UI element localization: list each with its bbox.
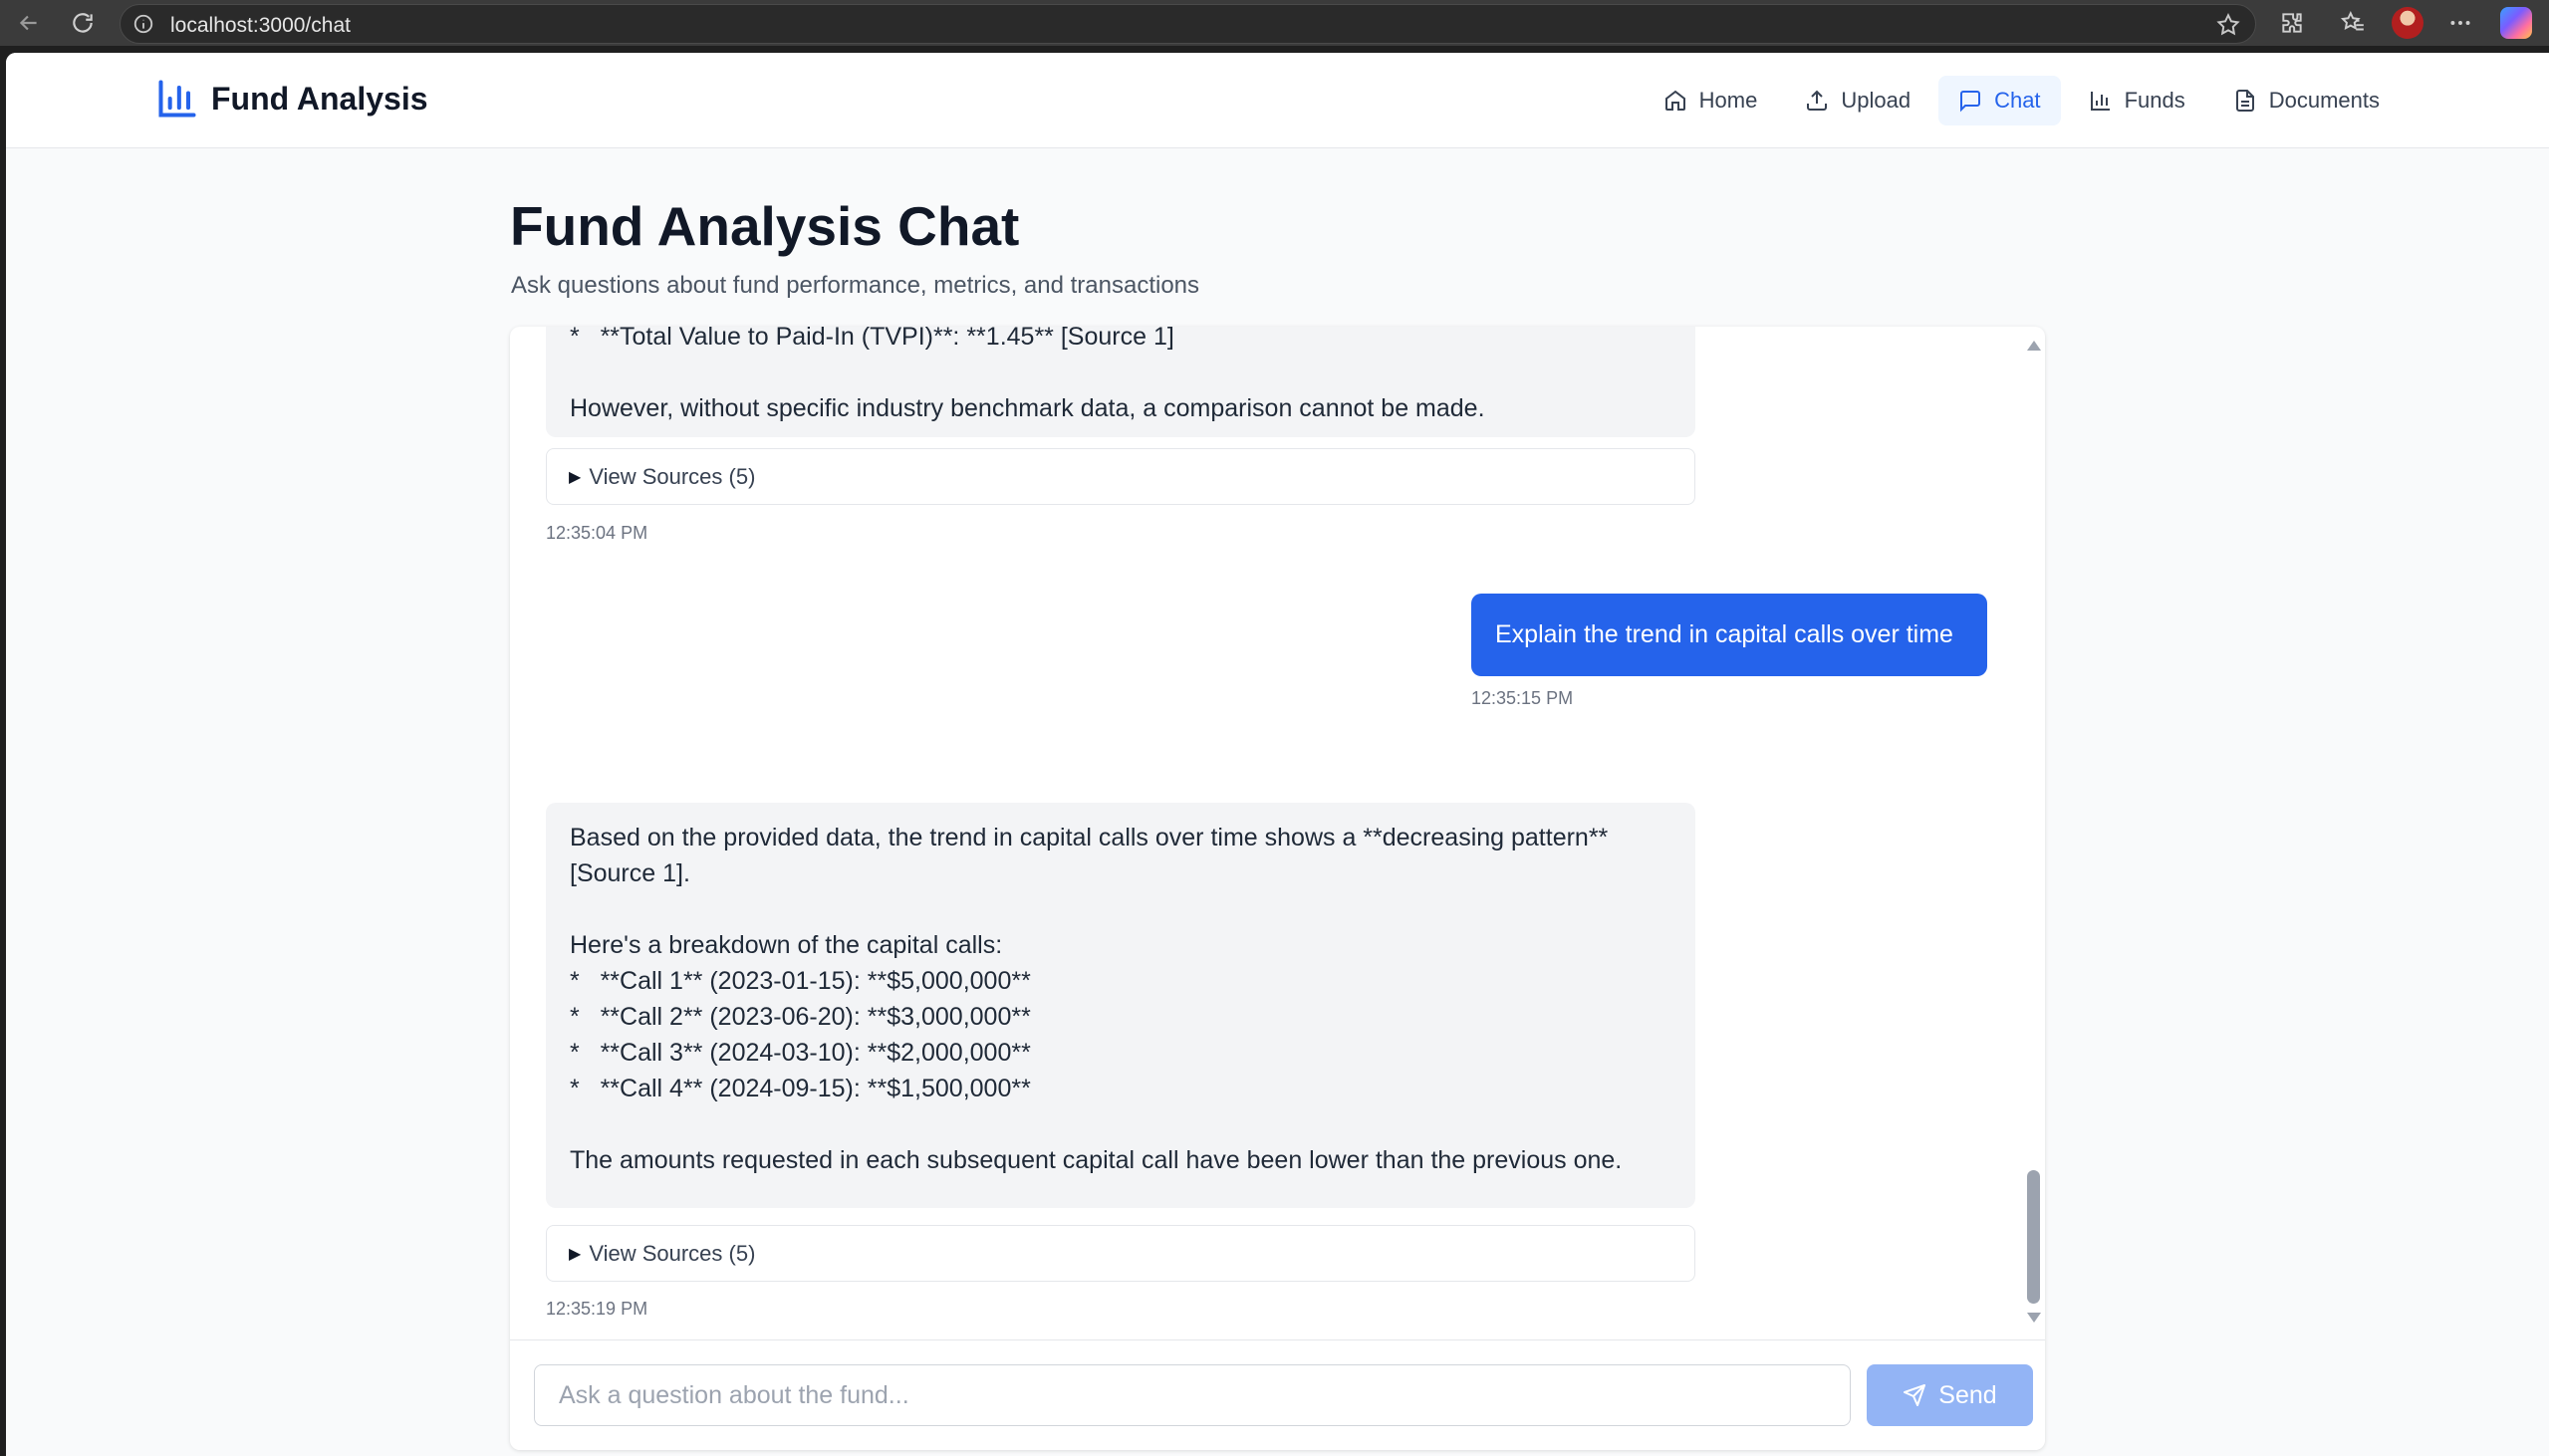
nav-home[interactable]: Home bbox=[1644, 76, 1778, 125]
page-viewport: Fund Analysis Home Upload Chat Funds Doc… bbox=[6, 53, 2549, 1456]
message-list[interactable]: * **Total Value to Paid-In (TVPI)**: **1… bbox=[510, 327, 2045, 1339]
page-title: Fund Analysis Chat bbox=[510, 195, 1020, 257]
view-sources-toggle[interactable]: ▶ View Sources (5) bbox=[546, 1225, 1695, 1282]
assistant-message: Based on the provided data, the trend in… bbox=[546, 803, 1695, 1208]
nav-chat-label: Chat bbox=[1994, 88, 2041, 113]
send-label: Send bbox=[1938, 1380, 1997, 1409]
view-sources-toggle[interactable]: ▶ View Sources (5) bbox=[546, 448, 1695, 505]
user-message: Explain the trend in capital calls over … bbox=[1471, 594, 1987, 676]
favorites-icon[interactable] bbox=[2338, 8, 2368, 38]
upload-icon bbox=[1807, 90, 1828, 111]
favorite-star-icon[interactable] bbox=[2215, 12, 2241, 38]
scroll-down-arrow-icon[interactable] bbox=[2027, 1313, 2041, 1323]
copilot-icon[interactable] bbox=[2500, 7, 2532, 39]
browser-toolbar: localhost:3000/chat bbox=[0, 0, 2549, 46]
scroll-up-arrow-icon[interactable] bbox=[2027, 341, 2041, 351]
address-bar[interactable]: localhost:3000/chat bbox=[120, 4, 2256, 44]
address-url[interactable]: localhost:3000/chat bbox=[170, 14, 351, 38]
composer: Send bbox=[510, 1339, 2045, 1450]
chat-icon bbox=[1960, 91, 1981, 113]
nav-documents-label: Documents bbox=[2268, 88, 2380, 113]
brand-title: Fund Analysis bbox=[211, 80, 428, 117]
extensions-icon[interactable] bbox=[2277, 8, 2307, 38]
message-timestamp: 12:35:15 PM bbox=[1471, 688, 1574, 708]
bar-chart-logo-icon bbox=[158, 80, 196, 118]
view-sources-label: View Sources (5) bbox=[589, 463, 756, 489]
bar-chart-icon bbox=[2090, 92, 2110, 111]
send-icon bbox=[1904, 1384, 1926, 1406]
triangle-right-icon: ▶ bbox=[569, 1245, 582, 1263]
nav-home-label: Home bbox=[1698, 88, 1758, 113]
nav-funds[interactable]: Funds bbox=[2069, 76, 2205, 125]
assistant-message: * **Total Value to Paid-In (TVPI)**: **1… bbox=[546, 327, 1695, 437]
scrollbar[interactable] bbox=[2023, 327, 2045, 1339]
more-menu-icon[interactable] bbox=[2445, 8, 2475, 38]
message-timestamp: 12:35:19 PM bbox=[546, 1299, 648, 1319]
nav-chat[interactable]: Chat bbox=[1938, 76, 2061, 125]
nav-funds-label: Funds bbox=[2124, 88, 2185, 113]
home-icon bbox=[1664, 90, 1685, 111]
view-sources-label: View Sources (5) bbox=[589, 1240, 756, 1266]
reload-icon[interactable] bbox=[66, 6, 100, 40]
triangle-right-icon: ▶ bbox=[569, 468, 582, 486]
site-info-icon[interactable] bbox=[132, 13, 154, 35]
page-subtitle: Ask questions about fund performance, me… bbox=[511, 272, 1200, 299]
chat-input[interactable] bbox=[534, 1364, 1851, 1426]
brand[interactable]: Fund Analysis bbox=[155, 77, 428, 121]
message-timestamp: 12:35:04 PM bbox=[546, 523, 648, 543]
scrollbar-thumb[interactable] bbox=[2027, 1170, 2040, 1304]
back-icon[interactable] bbox=[12, 6, 46, 40]
nav-upload-label: Upload bbox=[1841, 88, 1912, 113]
send-button[interactable]: Send bbox=[1867, 1364, 2033, 1426]
profile-avatar[interactable] bbox=[2392, 7, 2423, 39]
nav-documents[interactable]: Documents bbox=[2213, 76, 2400, 125]
document-icon bbox=[2235, 90, 2254, 112]
chat-panel: * **Total Value to Paid-In (TVPI)**: **1… bbox=[510, 327, 2045, 1450]
nav-upload[interactable]: Upload bbox=[1785, 76, 1930, 125]
top-navigation: Fund Analysis Home Upload Chat Funds Doc… bbox=[6, 53, 2549, 148]
nav-links: Home Upload Chat Funds Documents bbox=[1644, 76, 2400, 125]
